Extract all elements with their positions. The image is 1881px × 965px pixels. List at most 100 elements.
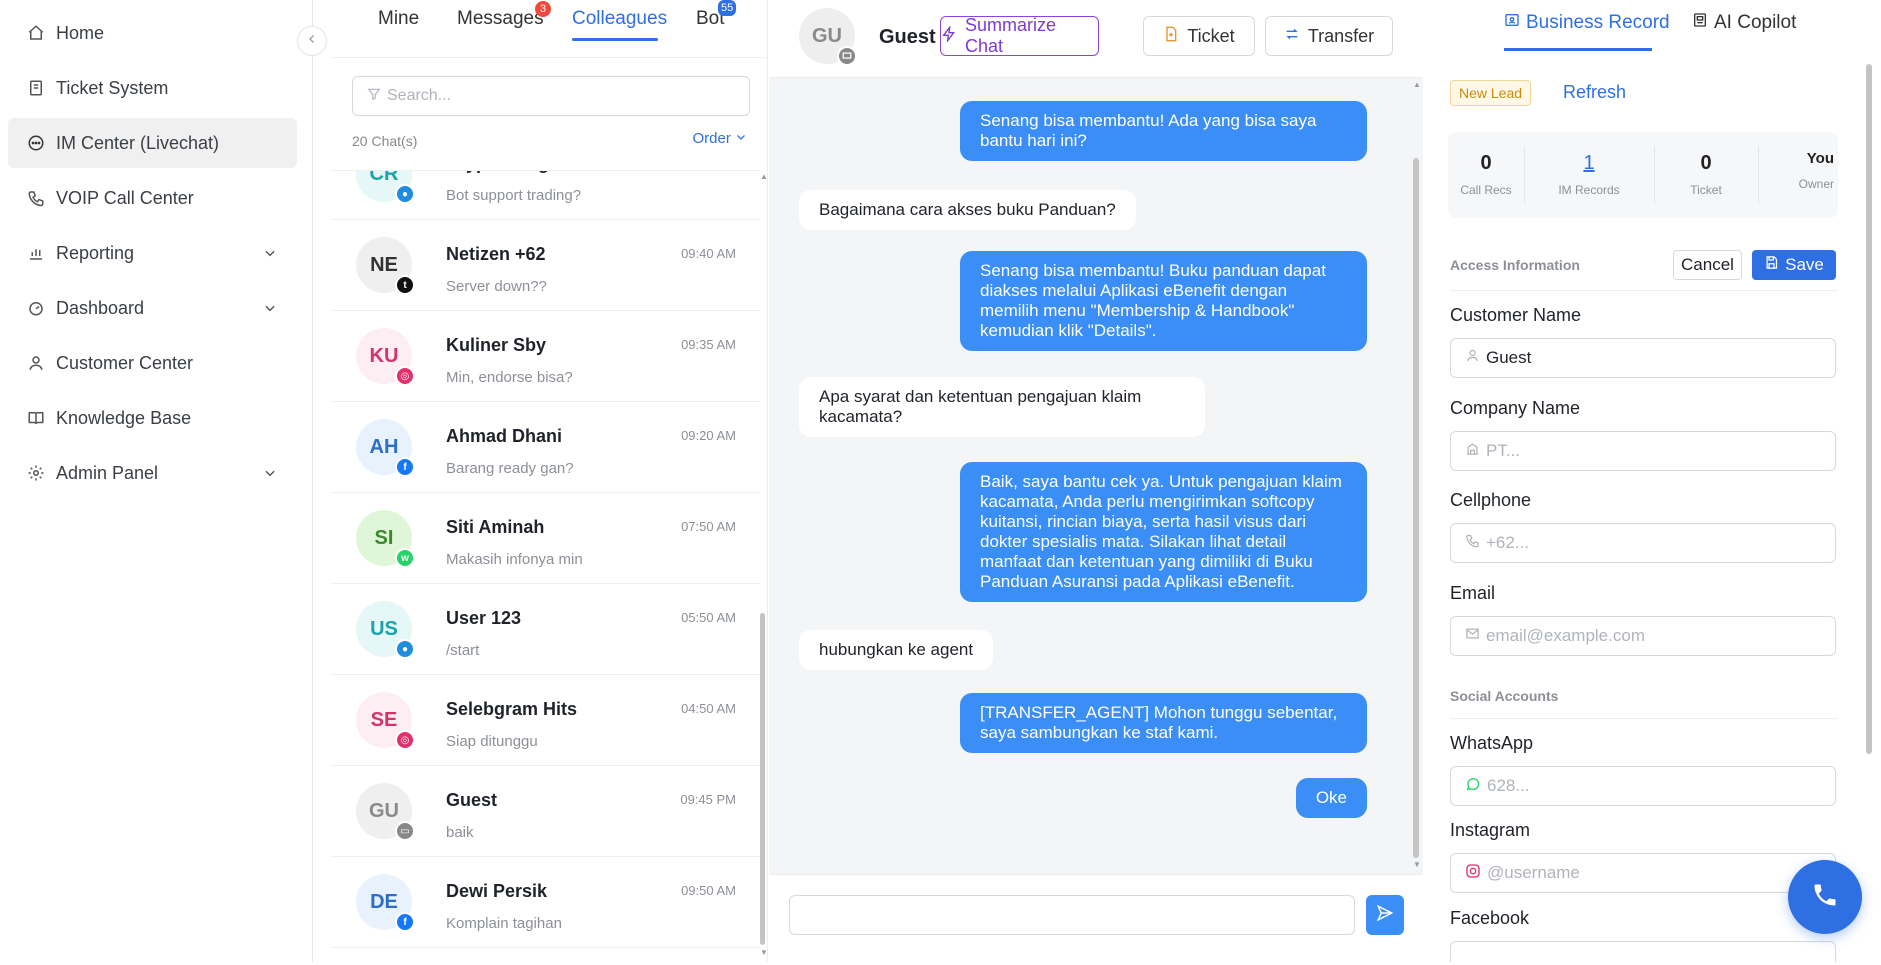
stat-value[interactable]: 1 [1524, 152, 1654, 175]
tab-messages[interactable]: Messages [457, 8, 544, 30]
message-input[interactable] [789, 895, 1355, 935]
business-record-panel: Business Record AI Copilot New Lead Refr… [1424, 0, 1881, 962]
stat-label: Ticket [1690, 183, 1722, 197]
email-field[interactable]: email@example.com [1450, 616, 1836, 656]
contact-name: Guest [879, 26, 936, 48]
chat-list-item[interactable]: DE f Dewi Persik Komplain tagihan 09:50 AM [330, 857, 760, 948]
ticket-button[interactable]: Ticket [1143, 16, 1255, 56]
refresh-link[interactable]: Refresh [1563, 82, 1626, 103]
stat-im-records[interactable]: 1 IM Records [1524, 132, 1654, 218]
sidebar-item-label: Home [56, 22, 105, 43]
chat-timestamp: 09:40 AM [681, 246, 736, 261]
sidebar-item-home[interactable]: Home [8, 8, 297, 58]
tab-mine[interactable]: Mine [378, 8, 419, 30]
scrollbar-thumb[interactable] [760, 613, 765, 945]
transfer-arrows-icon [1284, 26, 1300, 47]
conversation-scrollbar[interactable]: ▲ ▼ [1410, 78, 1422, 874]
search-input[interactable]: Search... [352, 76, 750, 116]
scroll-up-arrow-icon[interactable]: ▲ [760, 172, 768, 181]
sidebar-item-im-center[interactable]: IM Center (Livechat) [8, 118, 297, 168]
avatar: SI w [356, 510, 415, 568]
user-icon [1465, 348, 1480, 368]
scroll-down-arrow-icon[interactable]: ▼ [1413, 860, 1421, 869]
scrollbar-thumb[interactable] [1866, 64, 1872, 754]
chat-last-message: Siap ditunggu [446, 733, 538, 750]
sidebar-item-reporting[interactable]: Reporting [8, 228, 297, 278]
book-icon [26, 408, 46, 428]
tab-business-record[interactable]: Business Record [1504, 12, 1670, 34]
sidebar-item-label: Customer Center [56, 352, 194, 373]
message-thread: Senang bisa membantu! Ada yang bisa saya… [769, 78, 1409, 874]
instagram-channel-icon: ◎ [395, 730, 415, 750]
divider [1450, 718, 1838, 719]
chat-timestamp: 09:20 AM [681, 428, 736, 443]
chat-list-item[interactable]: US ● User 123/start 05:50 AM [330, 584, 760, 675]
chat-contact-name: User 123 [446, 608, 522, 628]
sidebar-item-ticket-system[interactable]: Ticket System [8, 63, 297, 113]
sidebar-item-customer-center[interactable]: Customer Center [8, 338, 297, 388]
transfer-button[interactable]: Transfer [1265, 16, 1393, 56]
lightning-icon [941, 24, 957, 47]
chat-list-item[interactable]: SE ◎ Selebgram Hits Siap ditunggu 04:50 AM [330, 675, 760, 766]
tab-ai-copilot-label: AI Copilot [1714, 12, 1797, 33]
record-scrollbar[interactable] [1864, 60, 1874, 760]
agent-message: [TRANSFER_AGENT] Mohon tunggu sebentar, … [960, 693, 1367, 753]
chat-contact-name: Siti Aminah [446, 517, 545, 537]
instagram-field[interactable]: @username [1450, 853, 1836, 893]
chat-list-panel: Mine Messages 3 Colleagues Bot 55 Search… [330, 0, 768, 962]
chat-timestamp: 05:50 AM [681, 610, 736, 625]
record-icon [1504, 12, 1520, 34]
app-root: Home Ticket System IM Center (Livechat) … [0, 0, 1881, 965]
sidebar-item-voip[interactable]: VOIP Call Center [8, 173, 297, 223]
call-button[interactable] [1788, 860, 1862, 934]
agent-message: Senang bisa membantu! Buku panduan dapat… [960, 251, 1367, 351]
summarize-chat-button[interactable]: Summarize Chat [940, 15, 1099, 56]
customer-name-field[interactable]: Guest [1450, 338, 1836, 378]
avatar: US ● [356, 601, 415, 659]
facebook-label: Facebook [1450, 908, 1530, 928]
phone-icon [26, 188, 46, 208]
tab-colleagues[interactable]: Colleagues [572, 8, 667, 30]
cellphone-field[interactable]: +62... [1450, 523, 1836, 563]
company-name-field[interactable]: PT... [1450, 431, 1836, 471]
instagram-icon [1465, 863, 1481, 884]
avatar: SE ◎ [356, 692, 415, 750]
save-button[interactable]: Save [1752, 250, 1836, 280]
email-placeholder: email@example.com [1486, 626, 1645, 645]
company-name-placeholder: PT... [1486, 441, 1521, 460]
cancel-button[interactable]: Cancel [1673, 250, 1742, 280]
collapse-sidebar-button[interactable] [297, 26, 327, 56]
chat-list-scrollbar[interactable]: ▲ ▼ [759, 170, 768, 960]
sidebar-item-knowledge-base[interactable]: Knowledge Base [8, 393, 297, 443]
sidebar-item-admin-panel[interactable]: Admin Panel [8, 448, 297, 498]
avatar: AH f [356, 419, 415, 477]
scroll-up-arrow-icon[interactable]: ▲ [1413, 80, 1421, 89]
dashboard-icon [26, 298, 46, 318]
scrollbar-thumb[interactable] [1413, 158, 1419, 858]
chat-list-item[interactable]: GU ▭ Guest baik 09:45 PM [330, 766, 760, 857]
chat-list-item[interactable]: KU ◎ Kuliner Sby Min, endorse bisa? 09:35 AM [330, 311, 760, 402]
facebook-field[interactable] [1450, 941, 1836, 962]
sidebar-item-dashboard[interactable]: Dashboard [8, 283, 297, 333]
scroll-down-arrow-icon[interactable]: ▼ [760, 948, 768, 957]
tab-ai-copilot[interactable]: AI Copilot [1692, 12, 1796, 34]
bar-chart-icon [26, 243, 46, 263]
avatar-initials: GU [369, 799, 399, 822]
chat-list-item[interactable]: SI w Siti Aminah Makasih infonya min 07:50 A… [330, 493, 760, 584]
order-dropdown[interactable]: Order [692, 130, 747, 147]
chevron-left-icon [306, 32, 318, 50]
avatar-initials: GU [812, 24, 842, 47]
chat-list-item[interactable]: NE t Netizen +62 Server down?? 09:40 AM [330, 220, 760, 311]
whatsapp-field[interactable]: 628... [1450, 766, 1836, 806]
stat-label: Call Recs [1460, 183, 1512, 197]
lead-status-badge: New Lead [1450, 80, 1532, 106]
avatar-initials: CR [369, 170, 399, 185]
stat-ticket: 0 Ticket [1654, 132, 1758, 218]
stat-value: 0 [1700, 152, 1712, 174]
chat-contact-name: Dewi Persik [446, 881, 548, 901]
chat-list-item[interactable]: CR● Crypto King Bot support trading? [330, 170, 760, 220]
customer-message: hubungkan ke agent [799, 630, 994, 670]
sidebar-item-label: Ticket System [56, 77, 169, 98]
send-button[interactable] [1366, 895, 1404, 935]
chat-list-item[interactable]: AH f Ahmad Dhani Barang ready gan? 09:20 AM [330, 402, 760, 493]
